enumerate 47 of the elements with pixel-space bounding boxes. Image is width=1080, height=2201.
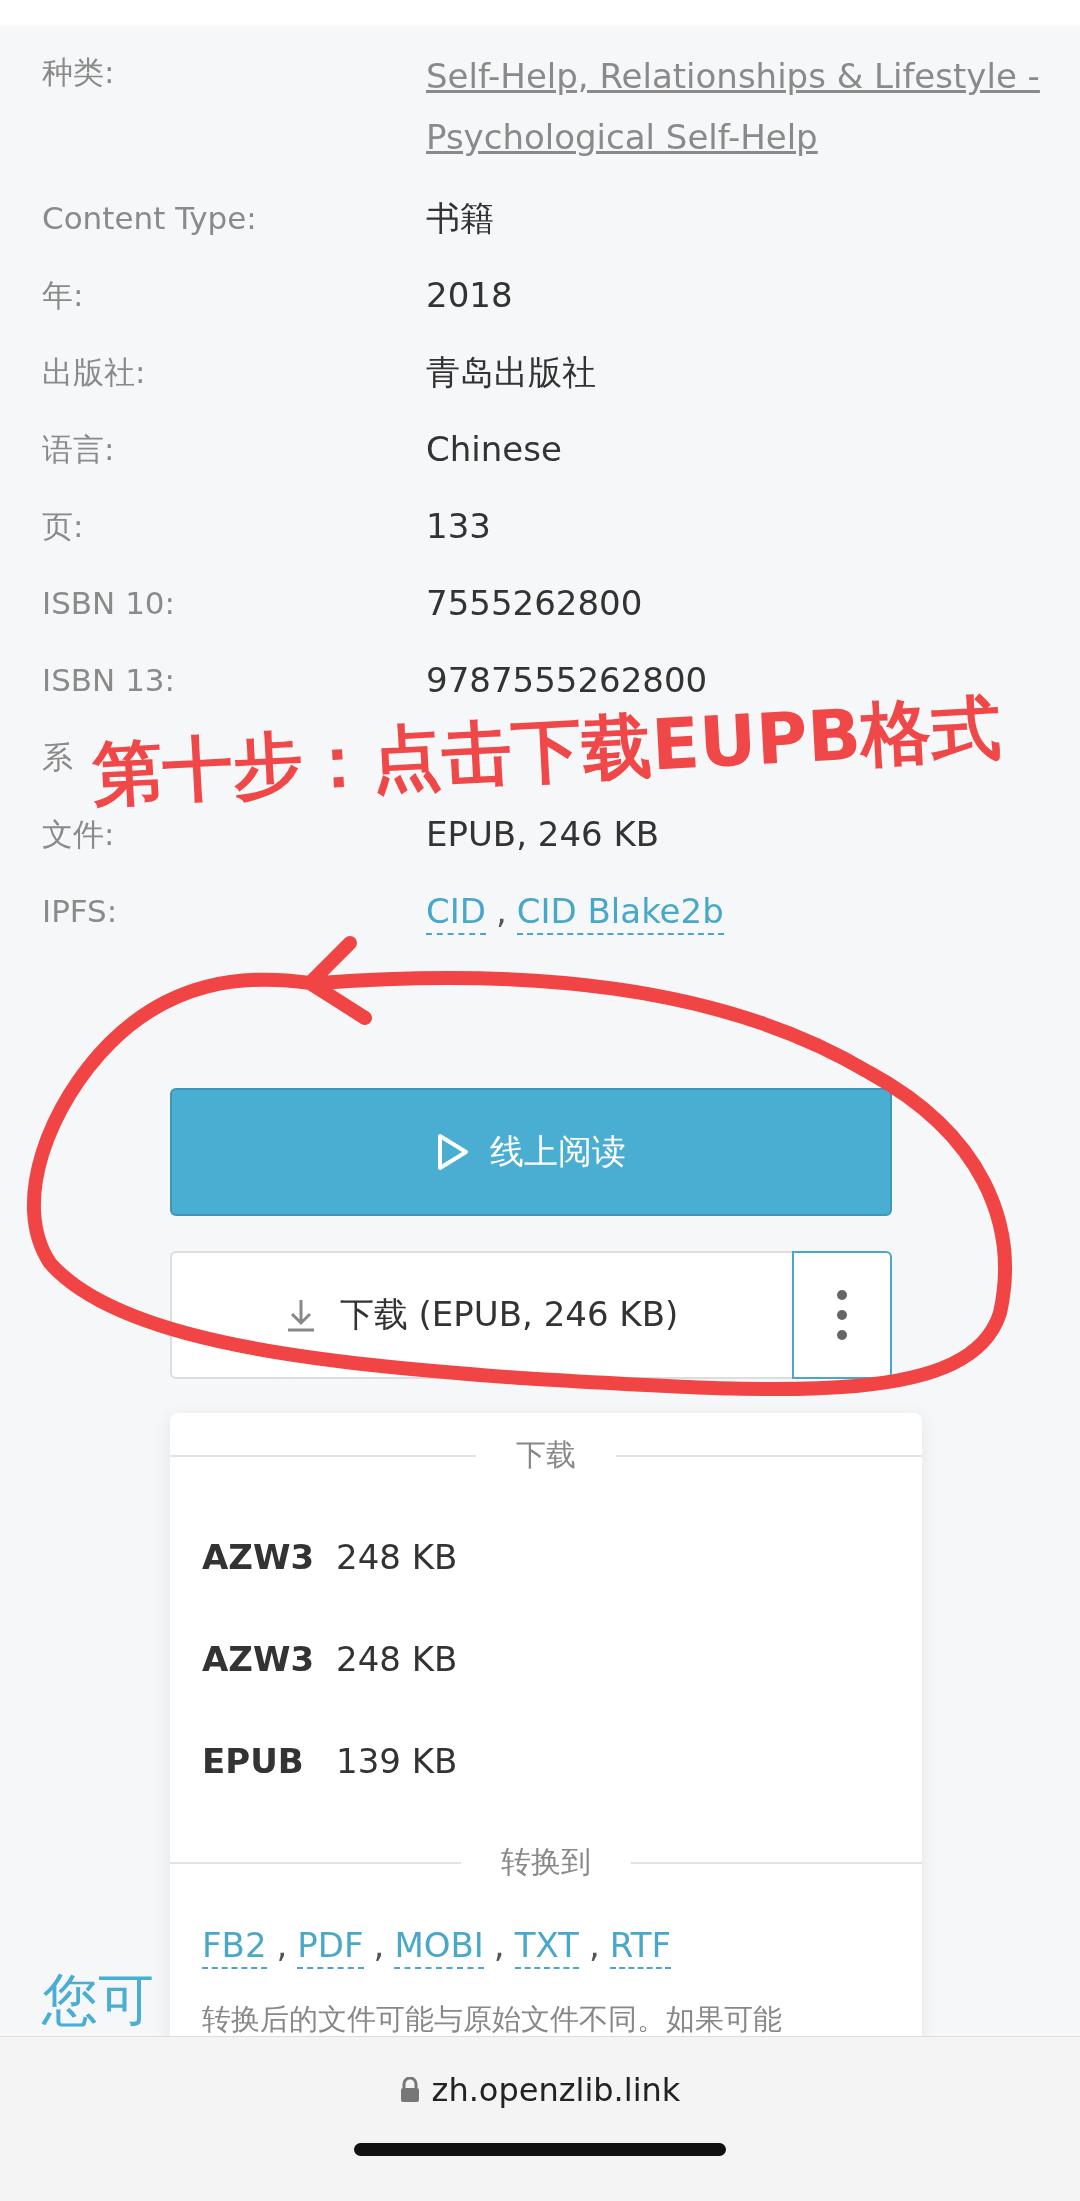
detail-value: 7555262800 (426, 583, 643, 623)
separator-text: , (373, 1925, 385, 1965)
separator-text: , (493, 1925, 505, 1965)
format-option[interactable]: EPUB 139 KB (170, 1710, 922, 1812)
convert-link[interactable]: PDF (297, 1923, 364, 1969)
url-text[interactable]: zh.openzlib.link (431, 2071, 681, 2109)
detail-value: 9787555262800 (426, 660, 708, 700)
detail-label: 种类: (42, 53, 115, 92)
more-icon (836, 1289, 848, 1341)
convert-link[interactable]: FB2 (202, 1923, 267, 1969)
detail-label: 出版社: (42, 353, 146, 392)
convert-link[interactable]: TXT (514, 1923, 579, 1969)
detail-value: 青岛出版社 (426, 352, 596, 392)
ipfs-link[interactable]: CID (426, 889, 486, 935)
detail-label: 年: (42, 276, 84, 315)
detail-value: 2018 (426, 275, 513, 315)
section-heading: 您可 (42, 1968, 154, 2032)
format-option[interactable]: AZW3 248 KB (170, 1608, 922, 1710)
download-button[interactable]: 下载 (EPUB, 246 KB) (170, 1251, 792, 1379)
detail-label: ISBN 13: (42, 661, 176, 700)
conversion-note: 转换后的文件可能与原始文件不同。如果可能 (202, 2001, 783, 2038)
detail-value: 133 (426, 506, 491, 546)
convert-link[interactable]: MOBI (394, 1923, 484, 1969)
detail-value: 书籍 (426, 198, 494, 238)
lock-icon (399, 2077, 420, 2103)
detail-label: ISBN 10: (42, 584, 176, 623)
menu-heading: 转换到 (501, 1843, 591, 1881)
convert-link[interactable]: RTF (609, 1923, 672, 1969)
read-online-button[interactable]: 线上阅读 (170, 1088, 892, 1216)
download-icon (285, 1298, 316, 1332)
detail-label: IPFS: (42, 892, 118, 931)
category-link[interactable]: Self-Help, Relationships & Lifestyle - Psychological Self-Help (426, 46, 1040, 168)
menu-heading: 下载 (516, 1436, 576, 1474)
play-icon (436, 1133, 470, 1171)
separator-text: , (588, 1925, 600, 1965)
more-options-button[interactable] (792, 1251, 892, 1379)
detail-label: Content Type: (42, 199, 257, 238)
separator-text: , (276, 1925, 288, 1965)
detail-label: 语言: (42, 430, 115, 469)
detail-value: Chinese (426, 429, 562, 469)
detail-label: 系 (42, 738, 73, 777)
detail-label: 文件: (42, 815, 115, 854)
ipfs-link[interactable]: CID Blake2b (516, 889, 724, 935)
detail-label: 页: (42, 507, 84, 546)
detail-value: EPUB, 246 KB (426, 814, 660, 854)
separator-text: , (495, 890, 507, 933)
format-option[interactable]: AZW3 248 KB (170, 1506, 922, 1608)
